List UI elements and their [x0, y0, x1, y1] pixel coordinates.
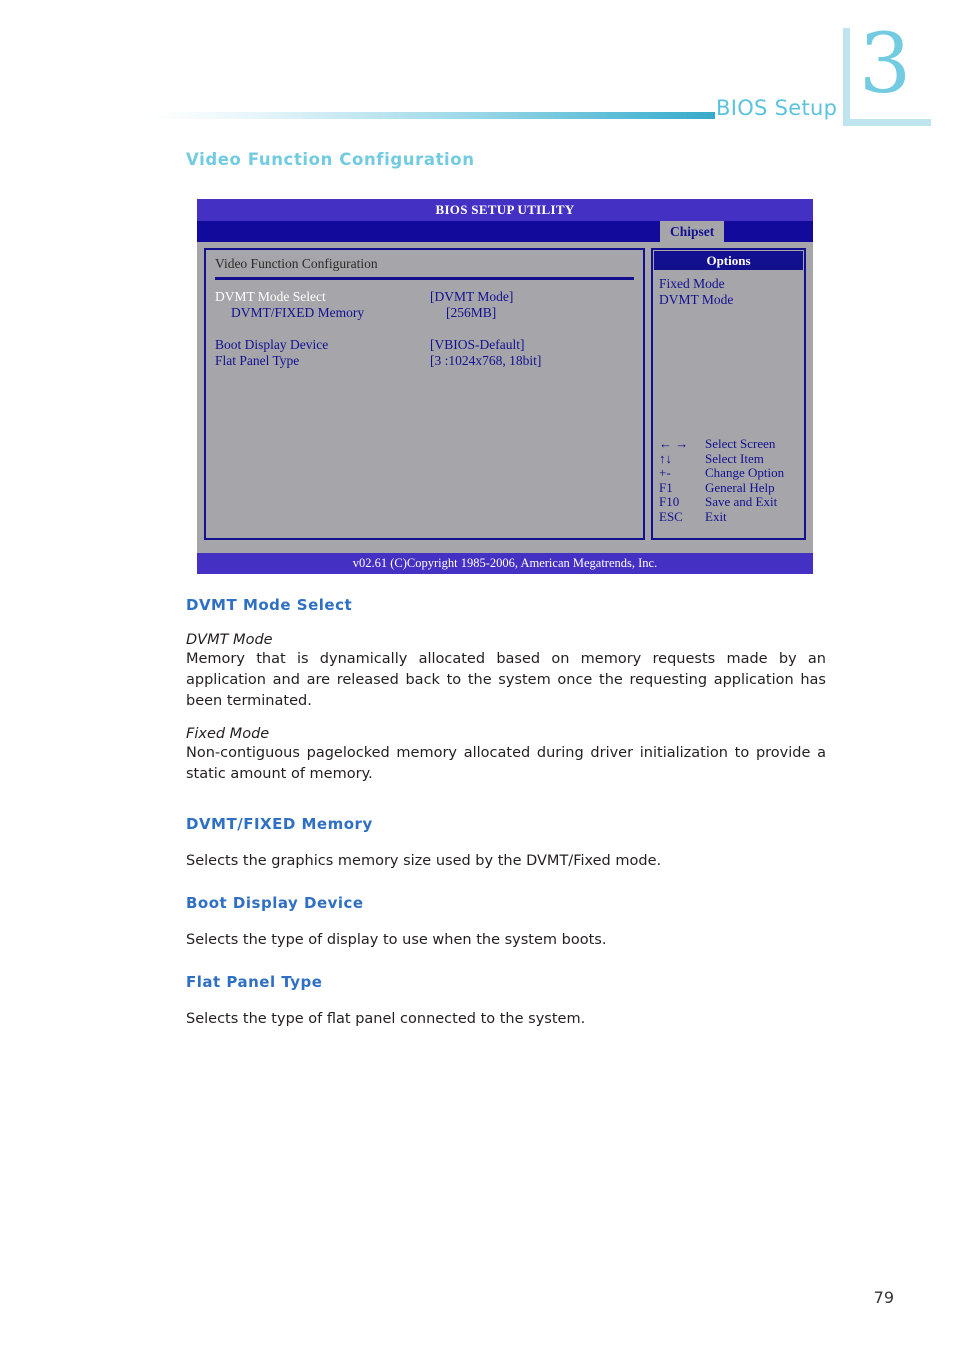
bios-nav-row: +- Change Option	[659, 465, 785, 481]
bios-setting-row-flat-panel-type[interactable]: Flat Panel Type [3 :1024x768, 18bit]	[215, 353, 634, 369]
bios-setting-label: DVMT Mode Select	[215, 289, 326, 304]
bios-nav-desc: Select Item	[705, 450, 764, 466]
bios-setting-value: [VBIOS-Default]	[430, 337, 525, 352]
paragraph-flat-panel-type: Selects the type of flat panel connected…	[186, 1011, 586, 1027]
bios-panel-heading: Video Function Configuration	[215, 256, 378, 271]
bios-option-item[interactable]: DVMT Mode	[659, 292, 804, 308]
bios-setting-label: Flat Panel Type	[215, 353, 300, 368]
bios-nav-desc: Select Screen	[705, 436, 776, 451]
bios-options-header: Options	[654, 251, 803, 270]
bios-setting-row-dvmt-fixed-memory[interactable]: DVMT/FIXED Memory [256MB]	[215, 305, 634, 321]
bios-title-bar: BIOS SETUP UTILITY	[197, 199, 813, 221]
bios-nav-row: ← → Select Screen	[659, 436, 784, 452]
bios-nav-key-plusminus: +-	[659, 465, 671, 480]
bios-setting-label: Boot Display Device	[215, 337, 329, 352]
subheading-dvmt-mode: DVMT Mode	[186, 632, 273, 648]
bios-nav-row: ESC Exit	[659, 508, 784, 525]
bios-nav-key-f10: F10	[659, 494, 680, 509]
bios-setup-screenshot: BIOS SETUP UTILITY Chipset Video Functio…	[197, 199, 813, 574]
bios-nav-key-f1: F1	[659, 479, 673, 495]
paragraph-dvmt-mode: Memory that is dynamically allocated bas…	[186, 651, 826, 709]
section-title: Video Function Configuration	[186, 150, 475, 169]
bios-navigation-legend: ← → Select Screen ↑↓ Select Item +- Chan…	[659, 436, 785, 525]
bios-nav-row: F1 General Help	[659, 479, 784, 496]
bios-body: Video Function Configuration DVMT Mode S…	[197, 242, 813, 552]
subheading-fixed-mode: Fixed Mode	[186, 726, 270, 742]
bios-nav-desc: Save and Exit	[705, 494, 778, 509]
page-header: BIOS Setup	[0, 96, 954, 132]
bios-settings-panel: Video Function Configuration DVMT Mode S…	[204, 248, 645, 540]
heading-boot-display-device: Boot Display Device	[186, 894, 364, 912]
bios-panel-divider	[215, 277, 634, 280]
header-gradient-rule	[152, 112, 715, 119]
bios-nav-key-arrows-lr: ← →	[659, 436, 689, 451]
heading-flat-panel-type: Flat Panel Type	[186, 973, 323, 991]
bios-footer: v02.61 (C)Copyright 1985-2006, American …	[197, 553, 813, 574]
heading-dvmt-mode-select: DVMT Mode Select	[186, 596, 353, 614]
bios-setting-value: [3 :1024x768, 18bit]	[430, 353, 542, 368]
bios-setting-value: [DVMT Mode]	[430, 289, 514, 304]
bios-options-panel: Options Fixed Mode DVMT Mode ← → Select …	[651, 248, 806, 540]
bios-setting-value: [256MB]	[446, 305, 497, 320]
paragraph-fixed-mode: Non-contiguous pagelocked memory allocat…	[186, 745, 826, 782]
bios-nav-key-esc: ESC	[659, 508, 683, 524]
bios-option-item[interactable]: Fixed Mode	[659, 276, 804, 292]
header-label: BIOS Setup	[716, 96, 838, 120]
bios-options-list: Fixed Mode DVMT Mode	[653, 270, 804, 308]
paragraph-dvmt-fixed-memory: Selects the graphics memory size used by…	[186, 853, 662, 869]
paragraph-boot-display-device: Selects the type of display to use when …	[186, 932, 607, 948]
bios-menu-bar: Chipset	[197, 221, 813, 242]
bios-nav-desc: Exit	[705, 508, 727, 524]
bios-setting-row-dvmt-mode-select[interactable]: DVMT Mode Select [DVMT Mode]	[215, 289, 634, 305]
heading-dvmt-fixed-memory: DVMT/FIXED Memory	[186, 815, 373, 833]
bios-row-spacer	[215, 321, 634, 337]
bios-nav-desc: Change Option	[705, 465, 785, 480]
bios-nav-row: ↑↓ Select Item	[659, 450, 784, 467]
bios-nav-desc: General Help	[705, 479, 775, 495]
bios-setting-label: DVMT/FIXED Memory	[231, 305, 365, 320]
bios-nav-row: F10 Save and Exit	[659, 494, 784, 510]
document-content: DVMT Mode Select DVMT Mode Memory that i…	[186, 596, 826, 1030]
bios-setting-row-boot-display-device[interactable]: Boot Display Device [VBIOS-Default]	[215, 337, 634, 353]
bios-tab-chipset[interactable]: Chipset	[660, 221, 725, 242]
page-number: 79	[873, 1288, 894, 1307]
bios-nav-key-arrows-ud: ↑↓	[659, 450, 672, 466]
